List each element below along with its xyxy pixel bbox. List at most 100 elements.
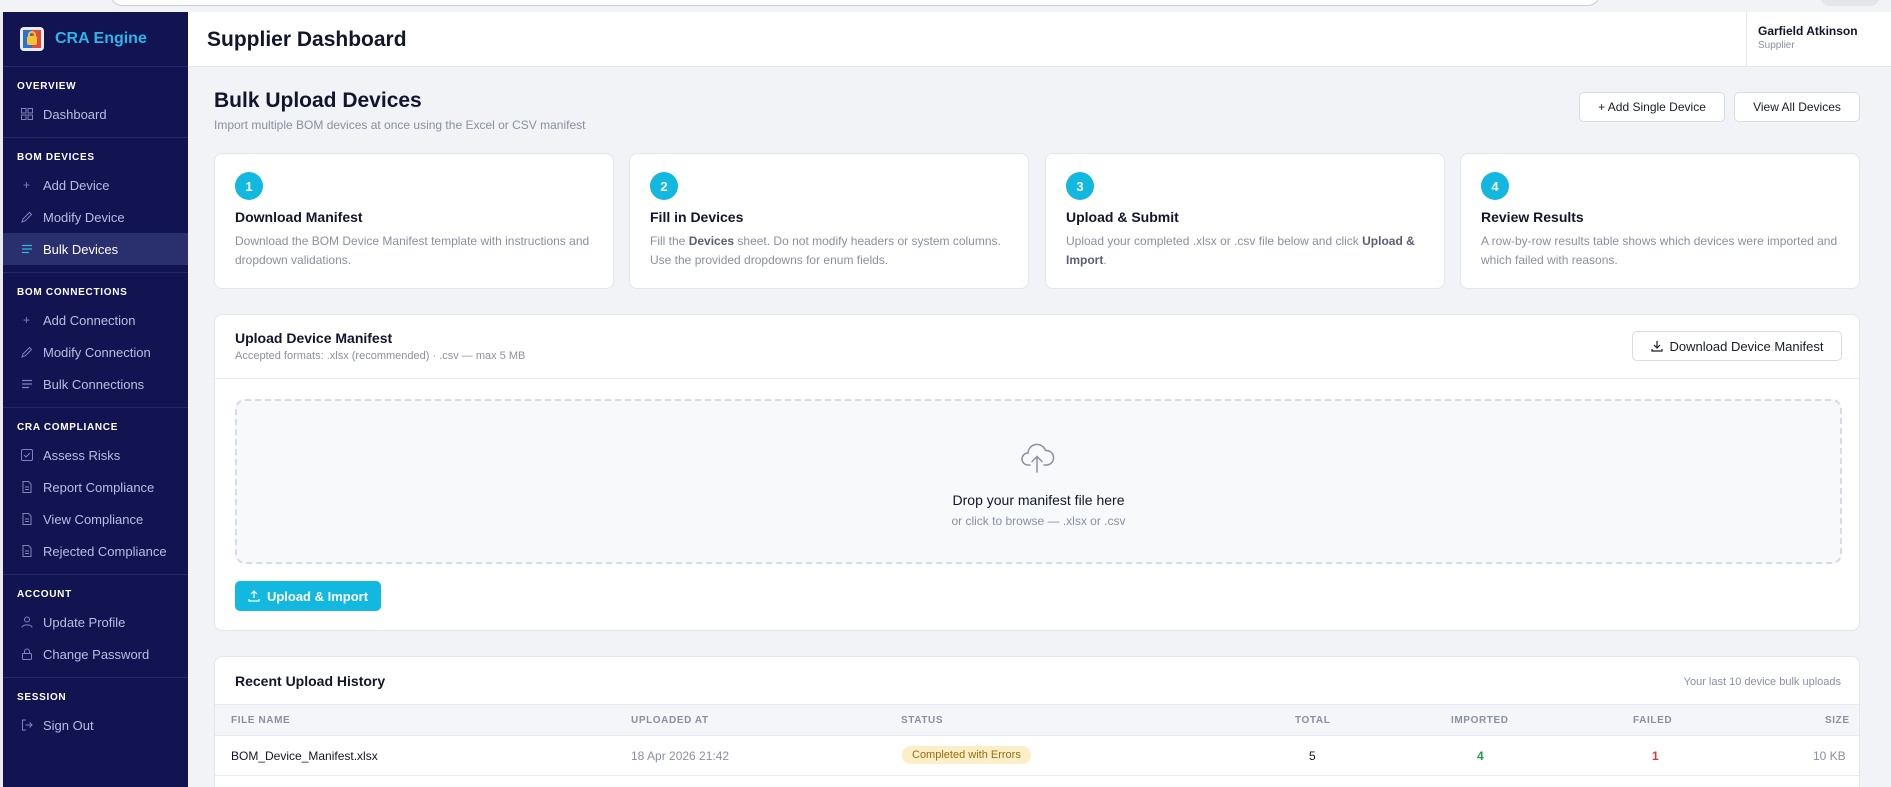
step-number: 3 bbox=[1066, 172, 1094, 200]
sidebar-item-bulk-connections[interactable]: Bulk Connections bbox=[3, 368, 188, 400]
nav-heading: OVERVIEW bbox=[17, 81, 77, 92]
download-manifest-label: Download Device Manifest bbox=[1669, 338, 1824, 354]
plus-icon: + bbox=[22, 313, 30, 327]
view-all-devices-button[interactable]: View All Devices bbox=[1734, 92, 1860, 122]
nav-section-overview: OVERVIEW Dashboard bbox=[3, 67, 188, 138]
lock-icon bbox=[20, 648, 33, 661]
cloud-upload-icon bbox=[1021, 443, 1055, 473]
history-title: Recent Upload History bbox=[235, 673, 386, 689]
sidebar-item-update-profile[interactable]: Update Profile bbox=[3, 606, 188, 638]
sidebar-item-sign-out[interactable]: Sign Out bbox=[3, 709, 188, 741]
step-title: Fill in Devices bbox=[650, 209, 744, 225]
sidebar-item-change-password[interactable]: Change Password bbox=[3, 638, 188, 670]
pencil-icon bbox=[20, 346, 33, 359]
sidebar-item-label: Dashboard bbox=[43, 106, 107, 122]
column-header-uploaded-at: UPLOADED AT bbox=[631, 715, 709, 726]
grid-icon bbox=[20, 108, 33, 121]
column-header-size: SIZE bbox=[1825, 715, 1850, 726]
dropzone-subtitle: or click to browse — .xlsx or .csv bbox=[951, 514, 1126, 528]
upload-import-label: Upload & Import bbox=[266, 588, 369, 604]
sidebar-item-bulk-devices[interactable]: Bulk Devices bbox=[3, 233, 188, 265]
nav-section-cra-compliance: CRA COMPLIANCE Assess Risks Report Compl… bbox=[3, 408, 188, 575]
step-card: 2 Fill in Devices Fill the Devices sheet… bbox=[629, 153, 1029, 289]
table-header: FILE NAME UPLOADED AT STATUS TOTAL IMPOR… bbox=[215, 704, 1859, 736]
list-icon bbox=[20, 378, 33, 391]
topbar: Supplier Dashboard Garfield Atkinson Sup… bbox=[188, 12, 1891, 67]
browser-button[interactable] bbox=[1820, 0, 1880, 6]
pencil-icon bbox=[20, 211, 33, 224]
plus-icon: + bbox=[22, 178, 30, 192]
browser-chrome bbox=[0, 0, 1891, 12]
step-description: Upload your completed .xlsx or .csv file… bbox=[1066, 234, 1415, 267]
main-content: Bulk Upload Devices Import multiple BOM … bbox=[214, 67, 1860, 787]
sidebar-item-report-compliance[interactable]: Report Compliance bbox=[3, 471, 188, 503]
step-title: Upload & Submit bbox=[1066, 209, 1179, 225]
sidebar-item-label: Bulk Connections bbox=[43, 376, 145, 392]
sidebar-item-rejected-compliance[interactable]: Rejected Compliance bbox=[3, 535, 188, 567]
upload-icon bbox=[248, 590, 260, 602]
step-description: A row-by-row results table shows which d… bbox=[1481, 234, 1838, 267]
file-dropzone[interactable]: Drop your manifest file here or click to… bbox=[235, 399, 1842, 564]
sidebar-item-label: Report Compliance bbox=[43, 479, 155, 495]
sidebar-item-add-connection[interactable]: + Add Connection bbox=[3, 304, 188, 336]
history-subtitle: Your last 10 device bulk uploads bbox=[1683, 676, 1841, 688]
step-card: 4 Review Results A row-by-row results ta… bbox=[1460, 153, 1860, 289]
sidebar-item-label: Modify Connection bbox=[43, 344, 151, 360]
sidebar-item-label: Modify Device bbox=[43, 209, 125, 225]
sidebar-item-view-compliance[interactable]: View Compliance bbox=[3, 503, 188, 535]
download-manifest-button[interactable]: Download Device Manifest bbox=[1632, 331, 1842, 361]
sidebar-item-label: View Compliance bbox=[43, 511, 144, 527]
column-header-imported: IMPORTED bbox=[1451, 715, 1509, 726]
sidebar-item-assess-risks[interactable]: Assess Risks bbox=[3, 439, 188, 471]
nav-heading: ACCOUNT bbox=[17, 589, 72, 600]
table-row[interactable]: BOM_Device_Manifest.xlsx 18 Apr 2026 21:… bbox=[215, 736, 1859, 776]
step-title: Download Manifest bbox=[235, 209, 363, 225]
step-number: 4 bbox=[1481, 172, 1509, 200]
document-icon bbox=[20, 481, 33, 494]
browser-address-bar[interactable] bbox=[110, 0, 1600, 6]
cell-imported: 4 bbox=[1477, 749, 1484, 763]
step-number: 1 bbox=[235, 172, 263, 200]
brand[interactable]: CRA Engine bbox=[3, 12, 188, 67]
step-number: 2 bbox=[650, 172, 678, 200]
nav-heading: SESSION bbox=[17, 692, 67, 703]
step-description: Fill the Devices sheet. Do not modify he… bbox=[650, 234, 1001, 267]
user-menu[interactable]: Garfield Atkinson Supplier bbox=[1746, 12, 1891, 67]
accepted-formats: Accepted formats: .xlsx (recommended) · … bbox=[235, 350, 526, 362]
nav-heading: BOM DEVICES bbox=[17, 152, 95, 163]
column-header-status: STATUS bbox=[901, 715, 944, 726]
upload-import-button[interactable]: Upload & Import bbox=[235, 581, 381, 611]
cra-logo-icon bbox=[20, 27, 44, 51]
upload-title: Upload Device Manifest bbox=[235, 330, 393, 346]
step-description: Download the BOM Device Manifest templat… bbox=[235, 234, 590, 267]
sidebar: CRA Engine OVERVIEW Dashboard BOM DEVICE… bbox=[0, 12, 188, 787]
sidebar-item-modify-device[interactable]: Modify Device bbox=[3, 201, 188, 233]
user-role: Supplier bbox=[1758, 40, 1795, 51]
sidebar-item-label: Assess Risks bbox=[43, 447, 121, 463]
checkbox-icon bbox=[20, 449, 33, 462]
add-single-device-button[interactable]: + Add Single Device bbox=[1579, 92, 1725, 122]
sidebar-item-label: Change Password bbox=[43, 646, 150, 662]
user-icon bbox=[20, 616, 33, 629]
status-badge: Completed with Errors bbox=[902, 746, 1031, 764]
sidebar-item-modify-connection[interactable]: Modify Connection bbox=[3, 336, 188, 368]
sidebar-item-label: Add Device bbox=[43, 177, 110, 193]
sidebar-item-add-device[interactable]: + Add Device bbox=[3, 169, 188, 201]
cell-file-name: BOM_Device_Manifest.xlsx bbox=[231, 749, 378, 763]
dropzone-title: Drop your manifest file here bbox=[952, 492, 1125, 508]
list-icon bbox=[20, 243, 33, 256]
document-icon bbox=[20, 513, 33, 526]
download-icon bbox=[1650, 341, 1663, 352]
page-header-title: Supplier Dashboard bbox=[207, 28, 407, 51]
column-header-total: TOTAL bbox=[1295, 715, 1331, 726]
step-title: Review Results bbox=[1481, 209, 1584, 225]
sidebar-item-dashboard[interactable]: Dashboard bbox=[3, 98, 188, 130]
sidebar-item-label: Add Connection bbox=[43, 312, 136, 328]
user-name: Garfield Atkinson bbox=[1758, 24, 1858, 38]
step-card: 3 Upload & Submit Upload your completed … bbox=[1045, 153, 1445, 289]
upload-history-card: Recent Upload History Your last 10 devic… bbox=[214, 656, 1860, 787]
cell-total: 5 bbox=[1309, 749, 1316, 763]
nav-section-bom-connections: BOM CONNECTIONS + Add Connection Modify … bbox=[3, 273, 188, 408]
sidebar-item-label: Update Profile bbox=[43, 614, 126, 630]
brand-name: CRA Engine bbox=[55, 30, 147, 47]
